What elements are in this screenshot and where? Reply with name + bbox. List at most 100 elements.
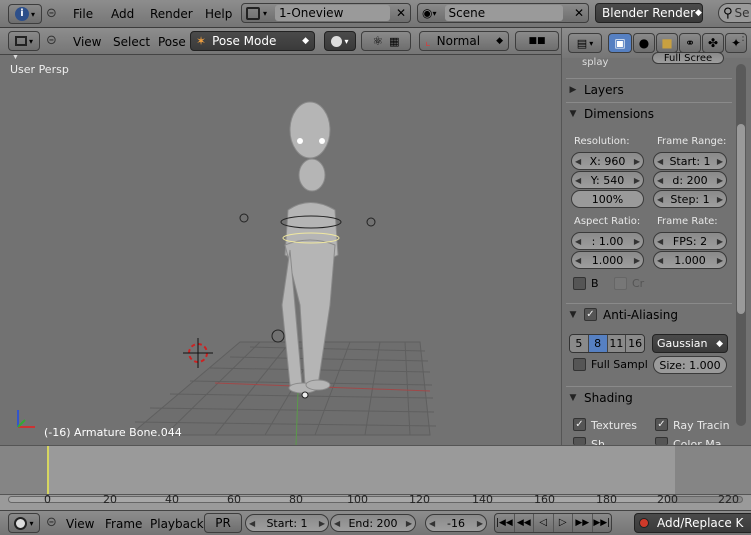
frame-start-field[interactable]: ◀ Start: 1 ▶ <box>653 152 727 170</box>
frame-range-label: Frame Range: <box>657 136 727 147</box>
character-eye <box>297 138 303 144</box>
collapse-menu-icon[interactable]: ⊝ <box>46 515 57 530</box>
current-frame-indicator[interactable] <box>47 446 49 494</box>
border-label: B <box>591 277 599 290</box>
search-field[interactable]: ⚲ Se <box>718 3 751 23</box>
scrollbar-thumb[interactable] <box>737 124 745 314</box>
bone-gizmo <box>239 213 249 223</box>
menu-view[interactable]: View <box>73 35 101 49</box>
resolution-x-field[interactable]: ◀ X: 960 ▶ <box>571 152 644 170</box>
layers-label: Layers <box>584 82 624 97</box>
play-reverse-icon[interactable]: ◁ <box>534 514 554 532</box>
anti-aliasing-checkbox[interactable]: ✓ <box>584 308 597 321</box>
collapse-menu-icon[interactable]: ⊝ <box>46 33 57 48</box>
aa-samples-option[interactable]: 16 <box>626 335 644 352</box>
textures-checkbox[interactable]: ✓ <box>573 418 586 431</box>
shadows-checkbox-partial[interactable] <box>573 437 586 445</box>
timeline-editor-type-button[interactable]: ▾ <box>8 513 40 533</box>
current-frame-field[interactable]: ◀ -16 ▶ <box>425 514 487 532</box>
crop-checkbox[interactable] <box>614 277 627 290</box>
layers-panel-header[interactable]: ▶ Layers <box>566 78 732 100</box>
fps-base-field[interactable]: ◀ 1.000 ▶ <box>653 251 727 269</box>
play-icon[interactable]: ▷ <box>554 514 573 532</box>
chevron-icon: ◆ <box>695 8 702 18</box>
jump-start-icon[interactable]: |◀◀ <box>495 514 515 532</box>
timeline-scrollbar[interactable] <box>8 496 743 503</box>
menu-playback[interactable]: Playback <box>150 517 204 531</box>
scene-start-frame-field[interactable]: ◀ Start: 1 ▶ <box>245 514 329 532</box>
full-sample-checkbox[interactable] <box>573 358 586 371</box>
armature-context-tab[interactable]: ✤ <box>702 33 724 53</box>
shading-panel-header[interactable]: ▼ Shading <box>566 386 732 408</box>
dimensions-panel-header[interactable]: ▼ Dimensions <box>566 102 732 124</box>
manipulator-icon: ▦ <box>389 34 400 48</box>
prev-keyframe-icon[interactable]: ◀◀ <box>515 514 534 532</box>
scene-end-frame-field[interactable]: ◀ End: 200 ▶ <box>330 514 416 532</box>
scene-name: Scene <box>444 5 563 21</box>
resolution-y-field[interactable]: ◀ Y: 540 ▶ <box>571 171 644 189</box>
properties-editor-type-button[interactable]: ▤ ▾ <box>568 33 602 53</box>
aspect-y-field[interactable]: ◀ 1.000 ▶ <box>571 251 644 269</box>
keying-mode-label: Add/Replace K <box>657 516 744 530</box>
pivot-snap-controls[interactable]: ⚛ ▦ <box>361 31 411 51</box>
constraints-context-tab[interactable]: ⚭ <box>679 33 701 53</box>
fps-field[interactable]: ◀ FPS: 2 ▶ <box>653 232 727 250</box>
render-engine-selector[interactable]: Blender Render ◆ <box>595 3 703 23</box>
viewport-shading-selector[interactable]: ▾ <box>324 31 356 51</box>
next-keyframe-icon[interactable]: ▶▶ <box>573 514 593 532</box>
layer-buttons[interactable]: ■■ <box>515 31 559 51</box>
aa-samples-option[interactable]: 5 <box>570 335 589 352</box>
transform-orientation-selector[interactable]: ⌞ Normal ◆ <box>419 31 509 51</box>
info-editor-type-button[interactable]: i ▾ <box>8 4 42 24</box>
menu-frame[interactable]: Frame <box>105 517 142 531</box>
collapse-arrow-icon: ▼ <box>569 108 577 119</box>
anti-aliasing-panel-header[interactable]: ▼ ✓ Anti-Aliasing <box>566 303 732 325</box>
resolution-percentage-slider[interactable]: 100% <box>571 190 644 208</box>
preview-range-toggle[interactable]: PR <box>204 513 242 533</box>
timeline-tick: 160 <box>534 493 555 506</box>
color-management-checkbox-partial[interactable] <box>655 437 668 445</box>
border-checkbox[interactable] <box>573 277 586 290</box>
frame-start-value: Start: 1 <box>669 154 711 168</box>
frame-end-field[interactable]: ◀ d: 200 ▶ <box>653 171 727 189</box>
menu-help[interactable]: Help <box>205 7 232 21</box>
aa-filter-selector[interactable]: Gaussian ◆ <box>652 334 728 353</box>
properties-scrollbar[interactable] <box>736 64 746 426</box>
aa-samples-option-selected[interactable]: 8 <box>588 335 608 352</box>
aa-samples-selector[interactable]: 5 8 11 16 <box>569 334 645 353</box>
close-icon[interactable]: ✕ <box>574 6 584 20</box>
collapse-menu-icon[interactable]: ⊝ <box>46 6 57 21</box>
menu-add[interactable]: Add <box>111 7 134 21</box>
menu-render[interactable]: Render <box>150 7 193 21</box>
display-mode-selector[interactable]: Full Scree <box>652 52 724 64</box>
3d-viewport[interactable]: User Persp ▼ (-16) Armature Bone.044 <box>0 55 561 445</box>
editor-type-button[interactable]: ▾ <box>8 31 40 51</box>
timeline-area[interactable]: 0 20 40 60 80 100 120 140 160 180 200 22… <box>0 445 751 510</box>
aa-filter-size-slider[interactable]: Size: 1.000 <box>653 356 727 374</box>
keying-set-selector[interactable]: Add/Replace K <box>634 513 751 533</box>
mode-selector[interactable]: ✶ Pose Mode ◆ <box>190 31 315 51</box>
raytracing-checkbox[interactable]: ✓ <box>655 418 668 431</box>
object-context-tab[interactable]: ■ <box>656 33 678 53</box>
aa-samples-option[interactable]: 11 <box>607 335 627 352</box>
jump-end-icon[interactable]: ▶▶| <box>593 514 612 532</box>
aspect-x-field[interactable]: ◀: 1.00 ▶ <box>571 232 644 250</box>
menu-view[interactable]: View <box>66 517 94 531</box>
frame-step-field[interactable]: ◀ Step: 1 ▶ <box>653 190 727 208</box>
chevron-icon: ◆ <box>302 36 309 46</box>
scene-selector[interactable]: ◉ ▾ Scene ✕ <box>417 3 589 23</box>
anti-aliasing-label: Anti-Aliasing <box>603 307 678 322</box>
render-context-tab[interactable]: ▣ <box>608 33 632 53</box>
scene-context-tab[interactable]: ● <box>633 33 655 53</box>
frame-rate-label: Frame Rate: <box>657 216 718 227</box>
collapse-arrow-icon: ▼ <box>569 392 577 403</box>
menu-select[interactable]: Select <box>113 35 150 49</box>
menu-file[interactable]: File <box>73 7 93 21</box>
menu-pose[interactable]: Pose <box>158 35 186 49</box>
panel-grip-icon[interactable]: ⋮ <box>738 32 748 43</box>
screen-layout-selector[interactable]: ▾ 1-Oneview ✕ <box>241 3 411 23</box>
timeline-tick: 120 <box>409 493 430 506</box>
close-icon[interactable]: ✕ <box>396 6 406 20</box>
3d-view-header: ▾ ⊝ View Select Pose ✶ Pose Mode ◆ ▾ ⚛ ▦… <box>0 28 561 55</box>
cube-icon: ■ <box>661 36 673 50</box>
